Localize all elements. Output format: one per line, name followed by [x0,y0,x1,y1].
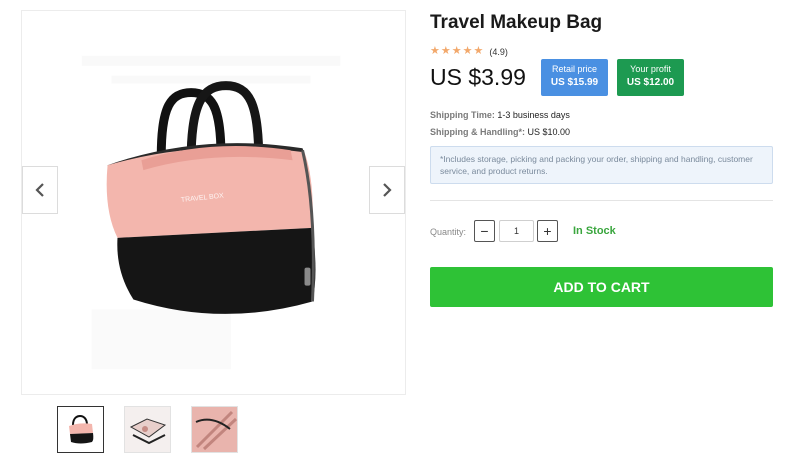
thumbnail-2[interactable] [124,406,171,453]
star-icon: ★ [473,45,484,57]
shipping-handling-value: US $10.00 [527,127,571,137]
product-main-image: TRAVEL BOX [81,55,341,370]
shipping-time-label: Shipping Time: [430,110,495,120]
thumbnail-interior-image [192,407,237,452]
chevron-left-icon [35,183,44,197]
shipping-handling: Shipping & Handling*: US $10.00 [430,127,570,137]
divider [430,200,773,201]
product-price: US $3.99 [430,64,526,90]
star-icon: ★ [451,45,462,57]
star-icon: ★ [430,45,440,57]
stock-status: In Stock [573,225,616,237]
product-rating: ★ ★ ★ ★ ★ (4.9) [430,46,508,57]
thumbnail-open-bag-image [125,407,170,452]
add-to-cart-button[interactable]: ADD TO CART [430,267,773,307]
quantity-increase-button[interactable]: + [537,220,558,242]
product-gallery: TRAVEL BOX [21,10,406,395]
retail-price-value: US $15.99 [550,77,599,88]
retail-price-label: Retail price [551,64,598,74]
shipping-time-value: 1-3 business days [497,110,570,120]
quantity-label: Quantity: [430,227,467,237]
shipping-time: Shipping Time: 1-3 business days [430,110,570,120]
profit-badge: Your profit US $12.00 [617,59,684,96]
product-title: Travel Makeup Bag [430,12,603,33]
thumbnail-bag-image [58,407,103,452]
profit-label: Your profit [630,64,671,74]
thumbnail-strip [57,406,238,453]
star-icon: ★ [462,45,473,57]
thumbnail-1[interactable] [57,406,104,453]
rating-value: (4.9) [489,46,508,57]
retail-price-badge: Retail price US $15.99 [541,59,608,96]
quantity-decrease-button[interactable]: − [474,220,495,242]
chevron-right-icon [383,183,392,197]
gallery-next-button[interactable] [369,166,405,214]
rating-stars: ★ ★ ★ ★ ★ [430,46,483,57]
shipping-handling-label: Shipping & Handling*: [430,127,525,137]
thumbnail-3[interactable] [191,406,238,453]
star-icon: ★ [440,45,451,57]
profit-value: US $12.00 [626,77,675,88]
shipping-note: *Includes storage, picking and packing y… [430,146,773,184]
gallery-prev-button[interactable] [22,166,58,214]
quantity-input[interactable] [499,220,534,242]
